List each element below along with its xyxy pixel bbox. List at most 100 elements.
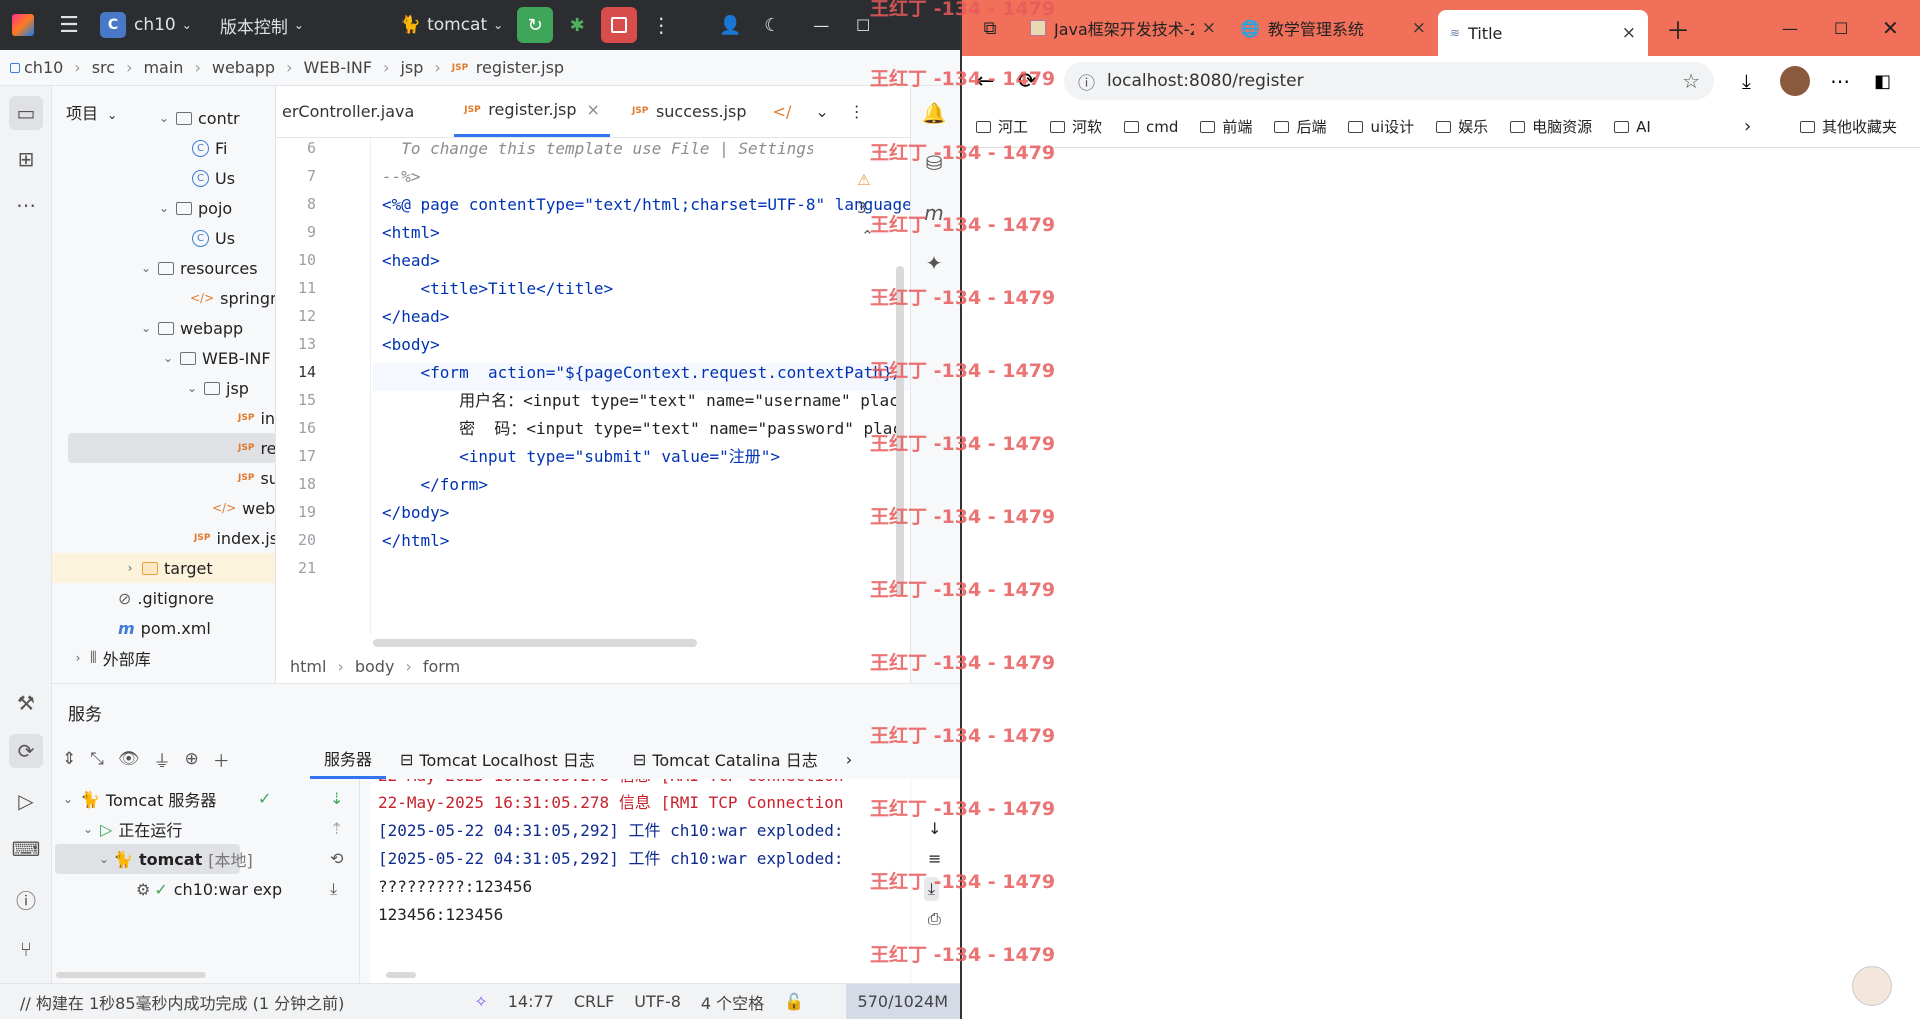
- update-icon[interactable]: ⤓: [330, 879, 337, 899]
- bookmark-folder[interactable]: ui设计: [1348, 116, 1414, 137]
- warning-indicator[interactable]: ⚠ 3 ⌃: [813, 138, 880, 245]
- tree-item[interactable]: › ⫴ 外部库: [52, 643, 275, 673]
- chevron-right-icon[interactable]: ›: [832, 739, 866, 779]
- tree-horizontal-scrollbar[interactable]: [56, 972, 206, 978]
- svc-tree-item[interactable]: ⚙ ✓ ch10:war exp: [52, 874, 282, 904]
- tree-item[interactable]: ⊘ .gitignore: [52, 583, 275, 613]
- tree-item[interactable]: </> springm: [52, 283, 275, 313]
- close-icon[interactable]: ×: [1412, 18, 1426, 38]
- database-icon[interactable]: ⛁: [917, 146, 951, 180]
- tab-overflow[interactable]: </: [763, 86, 802, 137]
- refresh-icon[interactable]: ⟲: [330, 849, 343, 868]
- memory-indicator[interactable]: 570/1024M: [845, 983, 960, 1019]
- sidebar-toggle-icon[interactable]: ◧: [1874, 71, 1891, 92]
- chevron-right-icon[interactable]: ›: [1744, 116, 1751, 137]
- collapse-all-icon[interactable]: ⤡: [90, 749, 104, 769]
- tab-tomcat-localhost-log[interactable]: ⊟ Tomcat Localhost 日志: [386, 739, 609, 779]
- run-config-selector[interactable]: 🐈 tomcat ⌄: [392, 0, 511, 50]
- problems-tool-icon[interactable]: ⓘ: [9, 882, 43, 916]
- eye-icon[interactable]: 👁: [118, 749, 140, 769]
- tab-controller-java[interactable]: erController.java: [276, 86, 424, 137]
- browser-tab-active[interactable]: ≋ Title ×: [1438, 10, 1648, 56]
- tab-tomcat-catalina-log[interactable]: ⊟ Tomcat Catalina 日志: [619, 739, 832, 779]
- print-icon[interactable]: ⎙: [928, 909, 941, 929]
- tree-item[interactable]: C Fi: [52, 133, 275, 163]
- reload-icon[interactable]: ⟳: [1018, 69, 1036, 94]
- breadcrumb-item[interactable]: ch10: [24, 58, 63, 77]
- ai-assistant-icon[interactable]: ✦: [917, 246, 951, 280]
- chevron-down-icon[interactable]: ⌄: [805, 86, 838, 137]
- tab-server[interactable]: 服务器: [310, 739, 387, 779]
- minimize-icon[interactable]: —: [1770, 8, 1810, 48]
- close-icon[interactable]: ×: [587, 100, 600, 119]
- svc-tree-item[interactable]: ⌄ 🐈 Tomcat 服务器: [52, 784, 216, 814]
- vertical-scrollbar[interactable]: [896, 266, 904, 596]
- more-menu-icon[interactable]: ⋯: [1830, 69, 1850, 93]
- close-window-icon[interactable]: ✕: [1870, 8, 1911, 48]
- status-message[interactable]: // 构建在 1秒85毫秒内成功完成 (1 分钟之前): [0, 990, 354, 1014]
- editor-breadcrumb-item[interactable]: body: [355, 657, 395, 676]
- tree-item[interactable]: JSP index.jsp: [52, 523, 275, 553]
- bookmark-folder[interactable]: 后端: [1274, 116, 1326, 137]
- breadcrumb-item[interactable]: register.jsp: [476, 58, 564, 77]
- tree-item[interactable]: JSP su: [52, 463, 275, 493]
- new-group-icon[interactable]: ⊕: [184, 749, 198, 769]
- tab-actions-icon[interactable]: ⧉: [962, 8, 1018, 48]
- scroll-to-end-icon[interactable]: ⤓: [924, 877, 940, 901]
- bookmark-folder[interactable]: 前端: [1200, 116, 1252, 137]
- breadcrumb-item[interactable]: main: [143, 58, 183, 77]
- horizontal-scrollbar[interactable]: [373, 639, 697, 647]
- code-area[interactable]: To change this template use File | Setti…: [373, 138, 910, 635]
- breadcrumb-item[interactable]: jsp: [400, 58, 423, 77]
- bookmark-folder[interactable]: 河软: [1050, 116, 1102, 137]
- lock-icon[interactable]: 🔓: [774, 992, 814, 1011]
- deploy-icon[interactable]: ⇣: [330, 789, 343, 808]
- tree-item[interactable]: ⌄ WEB-INF: [52, 343, 275, 373]
- other-bookmarks-folder[interactable]: 其他收藏夹: [1800, 116, 1897, 137]
- add-service-icon[interactable]: ＋: [213, 747, 230, 772]
- download-icon[interactable]: ⤓: [1742, 69, 1751, 93]
- git-tool-icon[interactable]: ⑂: [9, 932, 43, 966]
- scroll-down-icon[interactable]: ↓: [928, 819, 941, 838]
- bookmark-folder[interactable]: 电脑资源: [1510, 116, 1592, 137]
- tab-success-jsp[interactable]: JSP success.jsp: [622, 86, 757, 137]
- ide-logo-icon[interactable]: [0, 0, 46, 50]
- svc-tree-item[interactable]: ⌄ ▷ 正在运行: [52, 814, 182, 844]
- indent-setting[interactable]: 4 个空格: [691, 990, 774, 1014]
- tree-item[interactable]: ⌄ jsp: [52, 373, 275, 403]
- breadcrumb-item[interactable]: src: [92, 58, 115, 77]
- tree-item[interactable]: JSP inc: [52, 403, 275, 433]
- tree-item[interactable]: ⌄ contr: [52, 103, 275, 133]
- rerun-button[interactable]: ↻: [517, 7, 554, 43]
- tree-item[interactable]: ⌄ pojo: [52, 193, 275, 223]
- maven-tool-icon[interactable]: m: [917, 196, 951, 230]
- notifications-icon[interactable]: 🔔: [917, 96, 951, 130]
- bookmark-folder[interactable]: 娱乐: [1436, 116, 1488, 137]
- expand-all-icon[interactable]: ⇕: [62, 749, 76, 769]
- more-tabs-icon[interactable]: ⋮: [839, 86, 875, 137]
- editor-breadcrumb-item[interactable]: html: [290, 657, 326, 676]
- breadcrumb-item[interactable]: webapp: [212, 58, 275, 77]
- services-tool-icon[interactable]: ⟳: [9, 734, 43, 768]
- ai-status-icon[interactable]: ✧: [464, 992, 497, 1011]
- more-actions-icon[interactable]: ⋮: [643, 7, 679, 43]
- vcs-menu[interactable]: 版本控制 ⌄: [212, 0, 312, 50]
- tree-item[interactable]: ⌄ resources: [52, 253, 275, 283]
- new-tab-button[interactable]: ＋: [1654, 8, 1702, 48]
- more-tools-icon[interactable]: ⋯: [9, 188, 43, 222]
- run-tool-icon[interactable]: ▷: [9, 784, 43, 818]
- tree-item[interactable]: › target: [52, 553, 275, 583]
- profile-avatar[interactable]: [1780, 66, 1810, 96]
- stop-button[interactable]: [601, 7, 638, 43]
- debug-button[interactable]: ✱: [559, 7, 595, 43]
- bookmark-folder[interactable]: 河工: [976, 116, 1028, 137]
- tree-item[interactable]: C Us: [52, 163, 275, 193]
- tree-item[interactable]: C Us: [52, 223, 275, 253]
- project-switcher[interactable]: C ch10 ⌄: [92, 0, 200, 50]
- assistant-avatar[interactable]: [1852, 966, 1892, 1006]
- terminal-tool-icon[interactable]: ⌨: [9, 832, 43, 866]
- soft-wrap-icon[interactable]: ≡: [928, 849, 941, 868]
- tree-item-selected[interactable]: JSP re: [68, 433, 275, 463]
- caret-position[interactable]: 14:77: [498, 992, 564, 1011]
- build-tool-icon[interactable]: ⚒: [9, 686, 43, 720]
